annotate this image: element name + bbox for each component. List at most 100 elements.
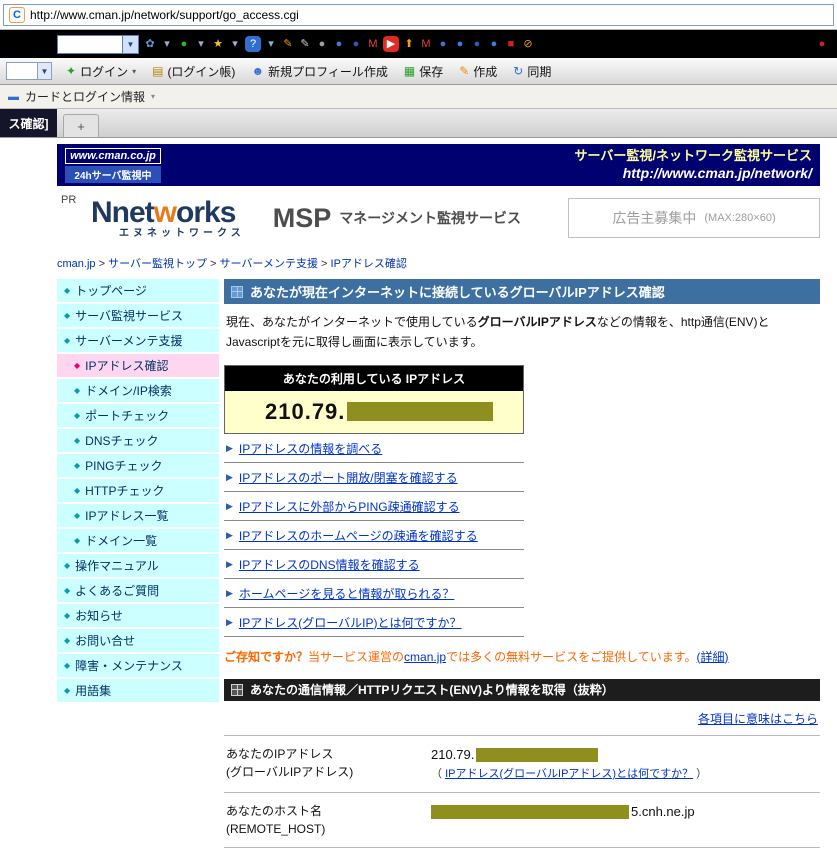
google-pinwheel-icon[interactable]: ✿ bbox=[143, 36, 157, 52]
ip-link[interactable]: IPアドレス(グローバルIP)とは何ですか？ bbox=[239, 614, 462, 631]
detail-link[interactable]: (詳細) bbox=[697, 650, 729, 664]
youtube-icon[interactable]: ▶ bbox=[383, 36, 399, 52]
green-tool-icon[interactable]: ● bbox=[177, 36, 191, 52]
item-meaning-link[interactable]: 各項目に意味はこちら bbox=[698, 712, 818, 726]
ip-link-row[interactable]: ▶ IPアドレスのホームページの疎通を確認する bbox=[224, 521, 524, 550]
dropdown-arrow-icon[interactable]: ▾ bbox=[160, 36, 174, 52]
sidebar-item-2[interactable]: ◆ サーバ監視サービス bbox=[57, 304, 219, 327]
sidebar-item-8[interactable]: ◆ PINGチェック bbox=[57, 454, 219, 477]
new-tab-button[interactable]: + bbox=[63, 114, 99, 137]
sidebar-item-17[interactable]: ◆ 用語集 bbox=[57, 679, 219, 702]
bullet-icon: ◆ bbox=[64, 586, 71, 595]
sidebar-item-label: ポートチェック bbox=[85, 409, 170, 423]
sidebar-item-6[interactable]: ◆ ポートチェック bbox=[57, 404, 219, 427]
create-button[interactable]: ✎ 作成 bbox=[459, 63, 497, 80]
dropdown-arrow-icon[interactable]: ▾ bbox=[228, 36, 242, 52]
cmanjp-link[interactable]: cman.jp bbox=[404, 650, 446, 664]
ip-link[interactable]: IPアドレスの情報を調べる bbox=[239, 440, 382, 457]
ip-link[interactable]: IPアドレスのDNS情報を確認する bbox=[239, 556, 420, 573]
roboform-dropdown[interactable]: ▼ bbox=[6, 62, 52, 80]
sidebar-item-11[interactable]: ◆ ドメイン一覧 bbox=[57, 529, 219, 552]
page-content: www.cman.co.jp 24hサーバ監視中 サーバー監視/ネットワーク監視… bbox=[0, 138, 837, 848]
sidebar-item-10[interactable]: ◆ IPアドレス一覧 bbox=[57, 504, 219, 527]
dropdown-arrow-icon[interactable]: ▾ bbox=[264, 36, 278, 52]
ip-value-prefix: 210.79. bbox=[431, 746, 475, 762]
banner-url-line[interactable]: http://www.cman.jp/network/ bbox=[575, 164, 812, 183]
red-badge-icon[interactable]: ■ bbox=[504, 36, 518, 52]
bookmark-star-icon[interactable]: ★ bbox=[211, 36, 225, 52]
dropdown-arrow-icon[interactable]: ▾ bbox=[194, 36, 208, 52]
toolbar-search-box[interactable]: ▼ bbox=[57, 34, 139, 54]
ip-link-row[interactable]: ▶ ホームページを見ると情報が取られる？ bbox=[224, 579, 524, 608]
sidebar-menu: ◆ トップページ ◆ サーバ監視サービス ◆ サーバーメンテ支援 ◆ IPアドレス確認 ◆ ドメイ… bbox=[57, 279, 219, 704]
blue-orb-icon[interactable]: ● bbox=[453, 36, 467, 52]
ip-link-row[interactable]: ▶ IPアドレスのポート開放/閉塞を確認する bbox=[224, 463, 524, 492]
gray-orb-icon[interactable]: ● bbox=[315, 36, 329, 52]
ad-placeholder[interactable]: 広告主募集中 (MAX:280×60) bbox=[568, 198, 820, 238]
main-column: あなたが現在インターネットに接続しているグローバルIPアドレス確認 現在、あなた… bbox=[224, 279, 820, 848]
dropdown-arrow-icon[interactable]: ▾ bbox=[132, 67, 136, 76]
redacted-ip bbox=[347, 402, 494, 422]
sidebar-item-4[interactable]: ◆ IPアドレス確認 bbox=[57, 354, 219, 377]
sidebar-item-15[interactable]: ◆ お問い合せ bbox=[57, 629, 219, 652]
ip-link-row[interactable]: ▶ IPアドレスの情報を調べる bbox=[224, 434, 524, 463]
site-logo[interactable]: www.cman.co.jp 24hサーバ監視中 bbox=[65, 147, 161, 183]
blue-orb-icon[interactable]: ● bbox=[487, 36, 501, 52]
sidebar-item-3[interactable]: ◆ サーバーメンテ支援 bbox=[57, 329, 219, 352]
gmail-icon[interactable]: M bbox=[366, 36, 380, 52]
autofill-pencil-icon[interactable]: ✎ bbox=[298, 36, 312, 52]
blue-orb-icon[interactable]: ● bbox=[349, 36, 363, 52]
sidebar-item-13[interactable]: ◆ よくあるご質問 bbox=[57, 579, 219, 602]
info-badge-icon[interactable]: ? bbox=[245, 36, 261, 52]
new-profile-button[interactable]: ☻ 新規プロフィール作成 bbox=[251, 63, 387, 80]
sidebar-item-label: HTTPチェック bbox=[85, 484, 165, 498]
sync-button[interactable]: ↻ 同期 bbox=[513, 63, 551, 80]
breadcrumb-link[interactable]: サーバー監視トップ bbox=[108, 258, 207, 270]
blue-orb-icon[interactable]: ● bbox=[470, 36, 484, 52]
cards-bar: ▬ カードとログイン情報 ▾ bbox=[0, 85, 837, 109]
sidebar-item-14[interactable]: ◆ お知らせ bbox=[57, 604, 219, 627]
tab-active[interactable]: ス確認] bbox=[0, 109, 57, 137]
ip-link[interactable]: IPアドレスに外部からPING疎通確認する bbox=[239, 498, 460, 515]
sidebar-item-label: 障害・メンテナンス bbox=[75, 659, 183, 673]
sidebar-item-7[interactable]: ◆ DNSチェック bbox=[57, 429, 219, 452]
advertiser-logo[interactable]: Nnetworks エヌネットワークス bbox=[91, 197, 245, 239]
roboform-items: ✦ ログイン ▾ ▤ (ログイン帳) ☻ 新規プロフィール作成 ▦ 保存 ✎ 作成 ↻ 同期 bbox=[66, 63, 551, 80]
breadcrumb-link[interactable]: IPアドレス確認 bbox=[331, 258, 407, 270]
ip-what-is-link[interactable]: IPアドレス(グローバルIPアドレス)とは何ですか？ bbox=[445, 768, 693, 780]
sidebar-item-16[interactable]: ◆ 障害・メンテナンス bbox=[57, 654, 219, 677]
blue-orb-icon[interactable]: ● bbox=[332, 36, 346, 52]
ip-link[interactable]: IPアドレスのポート開放/閉塞を確認する bbox=[239, 469, 458, 486]
highlighter-icon[interactable]: ✎ bbox=[281, 36, 295, 52]
breadcrumb-link[interactable]: cman.jp bbox=[57, 258, 96, 270]
sidebar-item-label: サーバーメンテ支援 bbox=[75, 334, 183, 348]
sidebar-item-12[interactable]: ◆ 操作マニュアル bbox=[57, 554, 219, 577]
sidebar-item-9[interactable]: ◆ HTTPチェック bbox=[57, 479, 219, 502]
ip-link-row[interactable]: ▶ IPアドレスのDNS情報を確認する bbox=[224, 550, 524, 579]
ip-link-row[interactable]: ▶ IPアドレス(グローバルIP)とは何ですか？ bbox=[224, 608, 524, 637]
gmail-icon[interactable]: M bbox=[419, 36, 433, 52]
stop-orb-icon[interactable]: ● bbox=[815, 36, 829, 52]
login-book-button[interactable]: ▤ (ログイン帳) bbox=[152, 63, 235, 80]
block-icon[interactable]: ⊘ bbox=[521, 36, 535, 52]
ip-link[interactable]: IPアドレスのホームページの疎通を確認する bbox=[239, 527, 478, 544]
sidebar-item-1[interactable]: ◆ トップページ bbox=[57, 279, 219, 302]
cards-bar-label[interactable]: カードとログイン情報 bbox=[25, 88, 145, 105]
save-button[interactable]: ▦ 保存 bbox=[404, 63, 443, 80]
pr-label: PR bbox=[61, 194, 77, 206]
google-toolbar: ▼ ✿ ▾ ● ▾ ★ ▾? ▾ ✎ ✎ ● ● ● M ▶ ⬆ M ● ● ● ● ■ ⊘ ● bbox=[0, 30, 837, 58]
url-field[interactable]: C http://www.cman.jp/network/support/go_… bbox=[3, 3, 834, 26]
login-button[interactable]: ✦ ログイン ▾ bbox=[66, 63, 136, 80]
chevron-down-icon[interactable]: ▾ bbox=[151, 92, 155, 101]
dropdown-arrow-icon[interactable]: ▼ bbox=[37, 63, 51, 79]
breadcrumb-link[interactable]: サーバーメンテ支援 bbox=[220, 258, 318, 270]
sidebar-item-5[interactable]: ◆ ドメイン/IP検索 bbox=[57, 379, 219, 402]
bullet-icon: ◆ bbox=[74, 386, 81, 395]
ip-link-row[interactable]: ▶ IPアドレスに外部からPING疎通確認する bbox=[224, 492, 524, 521]
sidebar-item-label: 用語集 bbox=[75, 684, 112, 698]
send-up-icon[interactable]: ⬆ bbox=[402, 36, 416, 52]
ip-link[interactable]: ホームページを見ると情報が取られる？ bbox=[239, 585, 454, 602]
dropdown-arrow-icon[interactable]: ▼ bbox=[122, 35, 138, 53]
globe-icon[interactable]: ● bbox=[436, 36, 450, 52]
bullet-icon: ◆ bbox=[64, 311, 71, 320]
